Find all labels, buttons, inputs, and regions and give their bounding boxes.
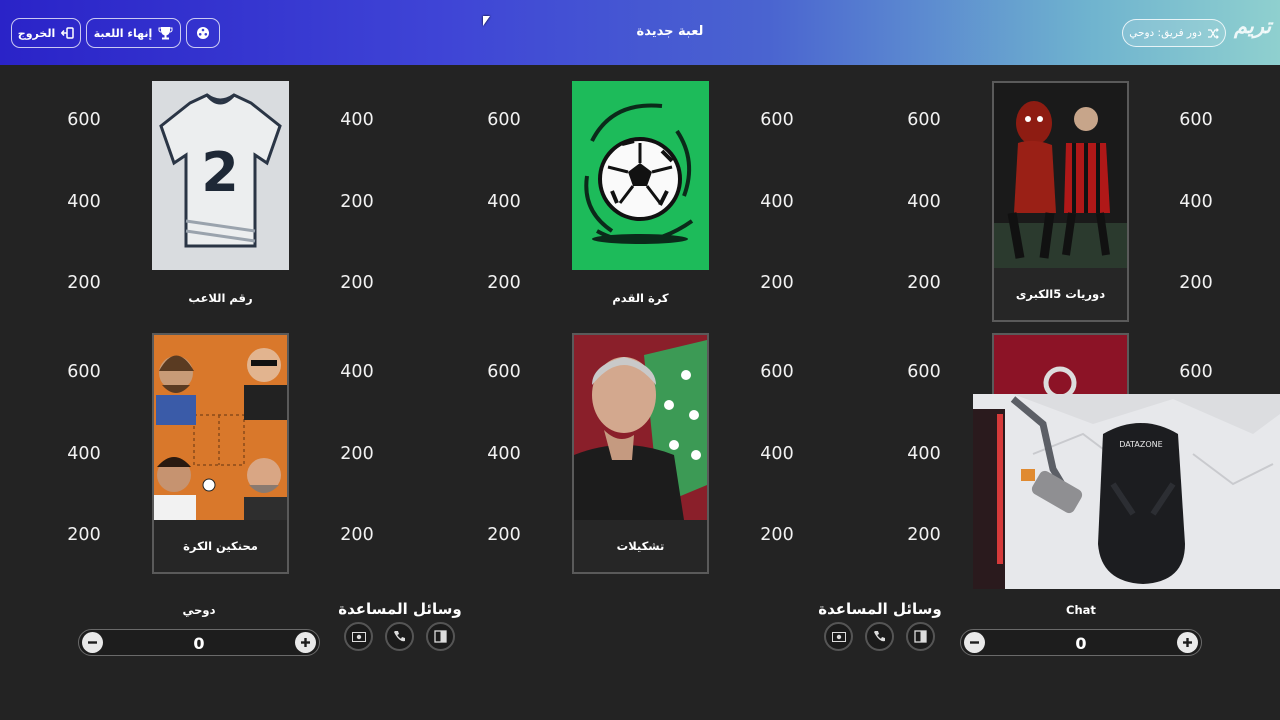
cash-icon xyxy=(351,631,366,642)
masterminds-image xyxy=(154,335,287,520)
point-value[interactable]: 600 xyxy=(1166,362,1226,382)
help-call-button[interactable] xyxy=(865,622,894,651)
point-value[interactable]: 200 xyxy=(474,525,534,545)
help-cash-button[interactable] xyxy=(824,622,853,651)
point-value[interactable]: 600 xyxy=(54,362,114,382)
point-value[interactable]: 600 xyxy=(747,362,807,382)
chair-brand-text: DATAZONE xyxy=(1119,440,1162,449)
increase-score-button[interactable] xyxy=(295,632,316,653)
wheel-icon xyxy=(197,27,209,39)
point-value[interactable]: 200 xyxy=(894,273,954,293)
point-value[interactable]: 400 xyxy=(327,362,387,382)
team-name: دوحي xyxy=(182,603,216,617)
point-value[interactable]: 200 xyxy=(894,525,954,545)
category-card-football[interactable]: كرة القدم xyxy=(572,81,709,305)
team-turn-button[interactable]: دور فريق: دوحي xyxy=(1122,19,1226,47)
point-value[interactable]: 400 xyxy=(747,192,807,212)
team-score: 0 xyxy=(193,634,205,653)
point-value[interactable]: 200 xyxy=(327,192,387,212)
point-value[interactable]: 400 xyxy=(327,110,387,130)
point-value[interactable]: 600 xyxy=(894,362,954,382)
help-call-button[interactable] xyxy=(385,622,414,651)
help-split-button[interactable] xyxy=(426,622,455,651)
category-hidden-icon xyxy=(994,335,1127,400)
category-label: رقم اللاعب xyxy=(188,291,253,305)
formations-image xyxy=(574,335,707,520)
page-title: لعبة جديدة xyxy=(636,24,704,39)
team-score-control: 0 xyxy=(78,629,320,656)
plus-icon xyxy=(301,638,310,647)
point-value[interactable]: 200 xyxy=(747,273,807,293)
exit-button[interactable]: الخروج xyxy=(11,18,81,48)
exit-icon xyxy=(61,27,74,39)
team-score-control: 0 xyxy=(960,629,1202,656)
wheel-button[interactable] xyxy=(186,18,220,48)
point-value[interactable]: 400 xyxy=(54,192,114,212)
team-score: 0 xyxy=(1075,634,1087,653)
jersey-image: 2 xyxy=(152,81,289,270)
leagues-image xyxy=(994,83,1127,268)
point-value[interactable]: 200 xyxy=(327,525,387,545)
category-label: محنكين الكرة xyxy=(183,539,258,553)
point-value[interactable]: 200 xyxy=(327,444,387,464)
category-label: دوريات 5الكبرى xyxy=(1015,287,1106,301)
football-image xyxy=(572,81,709,270)
plus-icon xyxy=(1183,638,1192,647)
team-name: Chat xyxy=(1066,603,1096,617)
point-value[interactable]: 200 xyxy=(1166,273,1226,293)
split-icon xyxy=(914,630,927,643)
category-label: تشكيلات xyxy=(616,539,665,553)
mouse-cursor-icon xyxy=(483,16,490,26)
cash-icon xyxy=(831,631,846,642)
help-split-button[interactable] xyxy=(906,622,935,651)
exit-button-label: الخروج xyxy=(17,26,56,40)
phone-icon xyxy=(874,631,885,642)
point-value[interactable]: 200 xyxy=(54,273,114,293)
point-value[interactable]: 400 xyxy=(1166,192,1226,212)
point-value[interactable]: 400 xyxy=(894,192,954,212)
trophy-icon xyxy=(158,27,173,40)
webcam-overlay: DATAZONE xyxy=(973,394,1280,589)
point-value[interactable]: 600 xyxy=(474,110,534,130)
phone-icon xyxy=(394,631,405,642)
category-card-player-number[interactable]: 2 رقم اللاعب xyxy=(152,81,289,305)
point-value[interactable]: 600 xyxy=(474,362,534,382)
point-value[interactable]: 400 xyxy=(474,444,534,464)
team-turn-label: دور فريق: دوحي xyxy=(1129,27,1202,39)
point-value[interactable]: 200 xyxy=(747,525,807,545)
category-card-masterminds[interactable]: محنكين الكرة xyxy=(152,333,289,574)
brand-logo: تريم xyxy=(1234,14,1272,38)
end-game-label: إنهاء اللعبة xyxy=(93,26,153,40)
split-icon xyxy=(434,630,447,643)
point-value[interactable]: 200 xyxy=(474,273,534,293)
help-tools-title: وسائل المساعدة xyxy=(818,600,942,618)
point-value[interactable]: 400 xyxy=(894,444,954,464)
top-bar: الخروج إنهاء اللعبة لعبة جديدة دور فريق:… xyxy=(0,0,1280,65)
end-game-button[interactable]: إنهاء اللعبة xyxy=(86,18,181,48)
category-card-hidden[interactable] xyxy=(992,333,1129,400)
point-value[interactable]: 600 xyxy=(54,110,114,130)
shuffle-icon xyxy=(1207,27,1219,39)
help-cash-button[interactable] xyxy=(344,622,373,651)
category-label: كرة القدم xyxy=(612,291,669,305)
point-value[interactable]: 400 xyxy=(54,444,114,464)
svg-text:2: 2 xyxy=(201,141,239,204)
help-tools-title: وسائل المساعدة xyxy=(338,600,462,618)
point-value[interactable]: 200 xyxy=(54,525,114,545)
point-value[interactable]: 600 xyxy=(894,110,954,130)
category-card-formations[interactable]: تشكيلات xyxy=(572,333,709,574)
point-value[interactable]: 600 xyxy=(1166,110,1226,130)
point-value[interactable]: 600 xyxy=(747,110,807,130)
increase-score-button[interactable] xyxy=(1177,632,1198,653)
point-value[interactable]: 400 xyxy=(747,444,807,464)
category-card-big-five-leagues[interactable]: دوريات 5الكبرى xyxy=(992,81,1129,322)
point-value[interactable]: 200 xyxy=(327,273,387,293)
point-value[interactable]: 400 xyxy=(474,192,534,212)
